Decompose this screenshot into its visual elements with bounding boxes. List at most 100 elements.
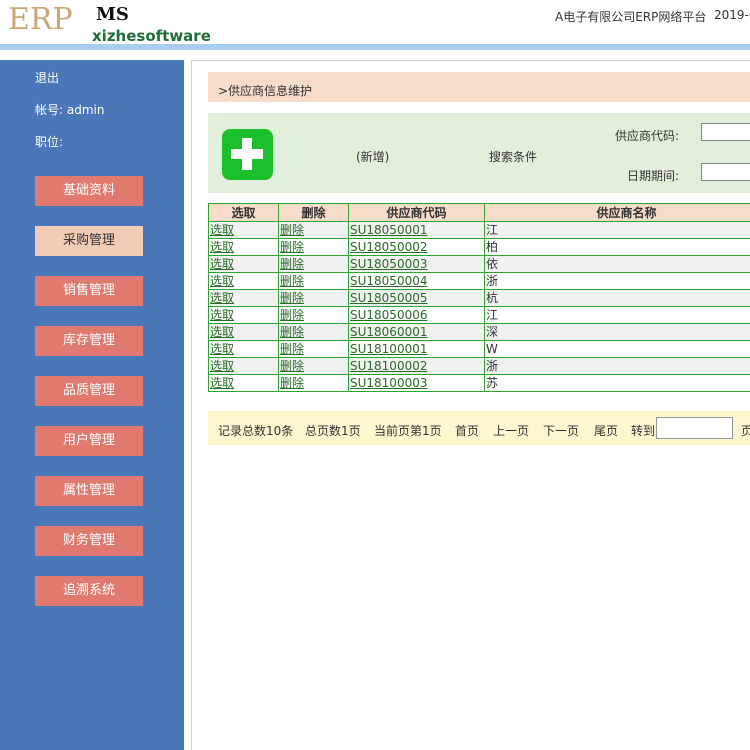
- pager-total: 记录总数10条: [218, 424, 294, 438]
- supplier-code-link[interactable]: SU18050003: [350, 257, 427, 271]
- sidebar-item-6[interactable]: 用户管理: [35, 426, 143, 456]
- table-cell: 删除: [278, 238, 349, 256]
- add-button[interactable]: [222, 129, 273, 180]
- header-divider: [0, 44, 750, 50]
- position-label: 职位:: [35, 135, 64, 149]
- delete-link[interactable]: 删除: [280, 240, 304, 254]
- delete-link[interactable]: 删除: [280, 342, 304, 356]
- date-range-input[interactable]: [701, 163, 750, 181]
- supplier-code-input[interactable]: [701, 123, 750, 141]
- supplier-code-link[interactable]: SU18050006: [350, 308, 427, 322]
- supplier-code-link[interactable]: SU18100002: [350, 359, 427, 373]
- table-cell: SU18100003: [348, 374, 485, 392]
- table-cell: 选取: [208, 221, 279, 239]
- table-cell: SU18050001: [348, 221, 485, 239]
- supplier-code-link[interactable]: SU18100001: [350, 342, 427, 356]
- table-cell: SU18050004: [348, 272, 485, 290]
- delete-link[interactable]: 删除: [280, 257, 304, 271]
- delete-link[interactable]: 删除: [280, 274, 304, 288]
- delete-link[interactable]: 删除: [280, 308, 304, 322]
- delete-link[interactable]: 删除: [280, 291, 304, 305]
- breadcrumb: >供应商信息维护: [208, 72, 750, 102]
- select-link[interactable]: 选取: [210, 342, 234, 356]
- pager-pages: 总页数1页: [305, 424, 361, 438]
- select-link[interactable]: 选取: [210, 308, 234, 322]
- table-cell: 删除: [278, 357, 349, 375]
- col-header-code: 供应商代码: [348, 203, 485, 222]
- pager-next[interactable]: 下一页: [543, 422, 579, 439]
- pager-first[interactable]: 首页: [455, 422, 479, 439]
- supplier-table: 选取 删除 供应商代码 供应商名称 选取 删除 SU18050001 江选取 删除 SU1…: [208, 203, 750, 392]
- table-cell: 删除: [278, 221, 349, 239]
- table-cell: 江: [484, 306, 750, 324]
- supplier-name-cell: 杭: [486, 291, 499, 305]
- supplier-code-link[interactable]: SU18050004: [350, 274, 427, 288]
- supplier-code-link[interactable]: SU18050002: [350, 240, 427, 254]
- sidebar-item-9[interactable]: 追溯系统: [35, 576, 143, 606]
- table-cell: 选取: [208, 340, 279, 358]
- plus-icon-bar: [231, 149, 263, 159]
- pager-page-suffix: 页: [741, 424, 750, 438]
- sidebar-item-4[interactable]: 库存管理: [35, 326, 143, 356]
- delete-link[interactable]: 删除: [280, 223, 304, 237]
- table-cell: 选取: [208, 238, 279, 256]
- sidebar-item-5[interactable]: 品质管理: [35, 376, 143, 406]
- supplier-code-link[interactable]: SU18050001: [350, 223, 427, 237]
- content-divider: [191, 60, 192, 750]
- supplier-name-cell: 浙: [486, 274, 499, 288]
- header-date: 2019-6: [714, 8, 750, 22]
- pager-last[interactable]: 尾页: [594, 422, 618, 439]
- logo-erp: ERP: [8, 2, 73, 37]
- table-cell: SU18050005: [348, 289, 485, 307]
- select-link[interactable]: 选取: [210, 325, 234, 339]
- supplier-name-cell: 江: [486, 223, 499, 237]
- table-body: 选取 删除 SU18050001 江选取 删除 SU18050002 柏选取 删除 SU1805…: [208, 221, 750, 392]
- delete-link[interactable]: 删除: [280, 359, 304, 373]
- table-cell: 杭: [484, 289, 750, 307]
- supplier-code-link[interactable]: SU18100003: [350, 376, 427, 390]
- pager-goto-input[interactable]: [656, 417, 733, 439]
- select-link[interactable]: 选取: [210, 359, 234, 373]
- table-row: 选取 删除 SU18050005 杭: [208, 289, 750, 307]
- table-cell: 浙: [484, 357, 750, 375]
- table-cell: 柏: [484, 238, 750, 256]
- table-cell: 删除: [278, 255, 349, 273]
- table-row: 选取 删除 SU18100003 苏: [208, 374, 750, 392]
- supplier-code-link[interactable]: SU18060001: [350, 325, 427, 339]
- company-name: A电子有限公司ERP网络平台: [555, 10, 707, 24]
- delete-link[interactable]: 删除: [280, 376, 304, 390]
- pager-prev[interactable]: 上一页: [493, 422, 529, 439]
- select-link[interactable]: 选取: [210, 274, 234, 288]
- table-cell: 删除: [278, 374, 349, 392]
- select-link[interactable]: 选取: [210, 257, 234, 271]
- supplier-name-cell: 深: [486, 325, 499, 339]
- sidebar-item-8[interactable]: 财务管理: [35, 526, 143, 556]
- table-cell: SU18100001: [348, 340, 485, 358]
- select-link[interactable]: 选取: [210, 376, 234, 390]
- date-range-label: 日期期间:: [627, 169, 680, 183]
- table-cell: W: [484, 340, 750, 358]
- logout-link[interactable]: 退出: [35, 69, 59, 86]
- sidebar-item-1[interactable]: 基础资料: [35, 176, 143, 206]
- supplier-name-cell: W: [486, 342, 498, 356]
- sidebar-item-7[interactable]: 属性管理: [35, 476, 143, 506]
- table-cell: 选取: [208, 357, 279, 375]
- table-cell: 删除: [278, 323, 349, 341]
- sidebar-item-3[interactable]: 销售管理: [35, 276, 143, 306]
- supplier-name-cell: 江: [486, 308, 499, 322]
- select-link[interactable]: 选取: [210, 223, 234, 237]
- select-link[interactable]: 选取: [210, 240, 234, 254]
- col-header-name: 供应商名称: [484, 203, 750, 222]
- delete-link[interactable]: 删除: [280, 325, 304, 339]
- table-header-row: 选取 删除 供应商代码 供应商名称: [208, 203, 750, 222]
- supplier-name-cell: 依: [486, 257, 499, 271]
- table-cell: 删除: [278, 340, 349, 358]
- table-cell: SU18100002: [348, 357, 485, 375]
- logo-ms: MS: [96, 4, 129, 25]
- supplier-code-link[interactable]: SU18050005: [350, 291, 427, 305]
- select-link[interactable]: 选取: [210, 291, 234, 305]
- sidebar-item-2[interactable]: 采购管理: [35, 226, 143, 256]
- col-header-delete: 删除: [278, 203, 349, 222]
- pager-goto-label: 转到: [631, 424, 656, 438]
- add-label: (新增): [356, 150, 390, 164]
